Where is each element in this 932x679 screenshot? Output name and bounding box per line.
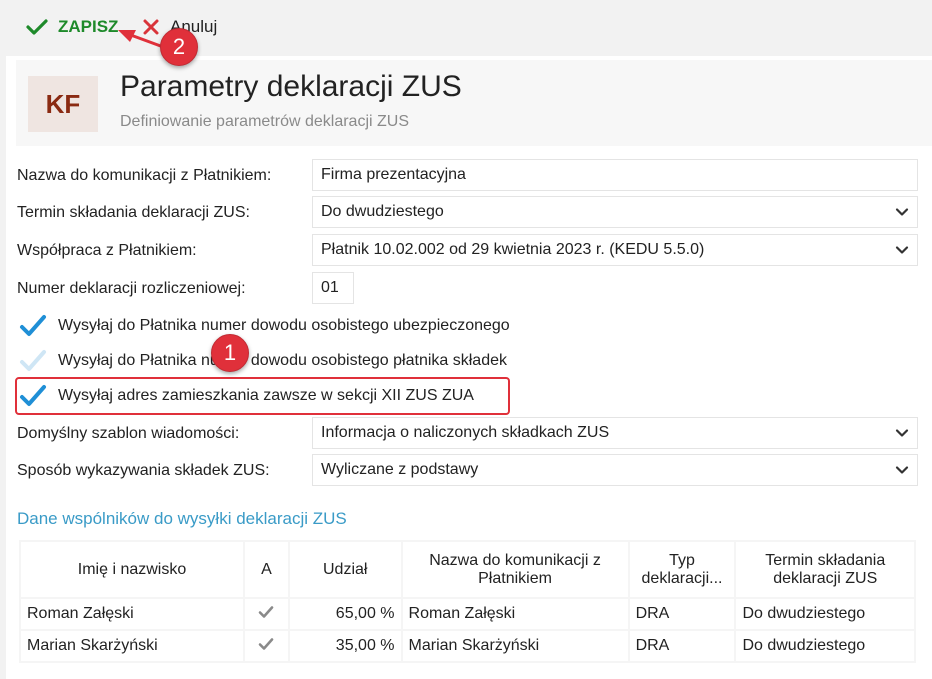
checkbox-row-insured-id[interactable]: Wysyłaj do Płatnika numer dowodu osobist…: [18, 311, 510, 341]
checkmark-icon: [259, 605, 274, 618]
column-header-name[interactable]: Imię i nazwisko: [21, 542, 244, 597]
deadline-select[interactable]: Do dwudziestego: [312, 196, 918, 228]
checkmark-icon: [20, 385, 46, 406]
method-select[interactable]: Wyliczane z podstawy: [312, 454, 918, 486]
cell-type: DRA: [629, 599, 735, 629]
number-field-value: 01: [321, 279, 339, 296]
chevron-down-icon: [895, 466, 909, 474]
cell-name: Marian Skarżyński: [21, 631, 244, 661]
deadline-label: Termin składania deklaracji ZUS:: [17, 204, 250, 221]
checkbox-row-address-section[interactable]: Wysyłaj adres zamieszkania zawsze w sekc…: [18, 381, 474, 411]
cell-name: Roman Załęski: [21, 599, 244, 629]
column-header-a[interactable]: A: [245, 542, 288, 597]
template-select[interactable]: Informacja o naliczonych składkach ZUS: [312, 417, 918, 449]
main-panel: KF Parametry deklaracji ZUS Definiowanie…: [6, 56, 932, 679]
cell-deadline: Do dwudziestego: [736, 631, 914, 661]
checkbox-row-payer-id[interactable]: Wysyłaj do Płatnika numer dowodu osobist…: [18, 346, 507, 376]
number-label: Numer deklaracji rozliczeniowej:: [17, 280, 246, 297]
save-button-label: ZAPISZ: [58, 17, 119, 36]
annotation-badge-1: 1: [211, 334, 249, 372]
cooperation-select-value: Płatnik 10.02.002 od 29 kwietnia 2023 r.…: [321, 241, 705, 258]
checkbox-address-section[interactable]: [18, 381, 48, 411]
checkbox-payer-id[interactable]: [18, 346, 48, 376]
partners-table: Imię i nazwisko A Udział Nazwa do komuni…: [19, 540, 916, 663]
checkbox-label: Wysyłaj do Płatnika numer dowodu osobist…: [58, 352, 507, 369]
cooperation-label: Współpraca z Płatnikiem:: [17, 242, 197, 259]
checkmark-icon: [26, 19, 48, 35]
annotation-badge-2: 2: [160, 28, 198, 66]
column-header-deadline[interactable]: Termin składania deklaracji ZUS: [736, 542, 914, 597]
cell-a: [245, 631, 288, 661]
name-field[interactable]: Firma prezentacyjna: [312, 159, 918, 191]
checkbox-insured-id[interactable]: [18, 311, 48, 341]
cooperation-select[interactable]: Płatnik 10.02.002 od 29 kwietnia 2023 r.…: [312, 234, 918, 266]
partners-section-title: Dane wspólników do wysyłki deklaracji ZU…: [17, 509, 347, 528]
cell-share: 35,00 %: [289, 631, 401, 661]
checkmark-icon: [20, 350, 46, 371]
save-button[interactable]: ZAPISZ: [26, 14, 118, 40]
module-logo: KF: [28, 76, 98, 132]
name-label: Nazwa do komunikacji z Płatnikiem:: [17, 167, 272, 184]
checkbox-label: Wysyłaj adres zamieszkania zawsze w sekc…: [58, 387, 474, 404]
toolbar: ZAPISZ Anuluj: [0, 0, 932, 56]
number-field[interactable]: 01: [312, 272, 354, 304]
method-select-value: Wyliczane z podstawy: [321, 461, 479, 478]
method-label: Sposób wykazywania składek ZUS:: [17, 462, 270, 479]
table-header-row: Imię i nazwisko A Udział Nazwa do komuni…: [21, 542, 914, 597]
cell-share: 65,00 %: [289, 599, 401, 629]
page-subtitle: Definiowanie parametrów deklaracji ZUS: [120, 113, 410, 130]
table-row[interactable]: Roman Załęski 65,00 % Roman Załęski DRA …: [21, 599, 914, 629]
column-header-share[interactable]: Udział: [289, 542, 401, 597]
checkmark-icon: [259, 637, 274, 650]
deadline-select-value: Do dwudziestego: [321, 203, 444, 220]
column-header-comm-name[interactable]: Nazwa do komunikacji z Płatnikiem: [402, 542, 628, 597]
page-header: KF Parametry deklaracji ZUS Definiowanie…: [16, 60, 932, 146]
table-row[interactable]: Marian Skarżyński 35,00 % Marian Skarżyń…: [21, 631, 914, 661]
cell-comm-name: Roman Załęski: [402, 599, 628, 629]
close-icon: [143, 19, 159, 35]
chevron-down-icon: [895, 246, 909, 254]
cell-type: DRA: [629, 631, 735, 661]
cell-a: [245, 599, 288, 629]
chevron-down-icon: [895, 208, 909, 216]
name-field-value: Firma prezentacyjna: [321, 166, 466, 183]
column-header-type[interactable]: Typ deklaracji...: [629, 542, 735, 597]
cell-deadline: Do dwudziestego: [736, 599, 914, 629]
checkmark-icon: [20, 315, 46, 336]
cell-comm-name: Marian Skarżyński: [402, 631, 628, 661]
page-title: Parametry deklaracji ZUS: [120, 70, 462, 103]
template-label: Domyślny szablon wiadomości:: [17, 425, 240, 442]
template-select-value: Informacja o naliczonych składkach ZUS: [321, 424, 610, 441]
checkbox-label: Wysyłaj do Płatnika numer dowodu osobist…: [58, 317, 510, 334]
chevron-down-icon: [895, 429, 909, 437]
